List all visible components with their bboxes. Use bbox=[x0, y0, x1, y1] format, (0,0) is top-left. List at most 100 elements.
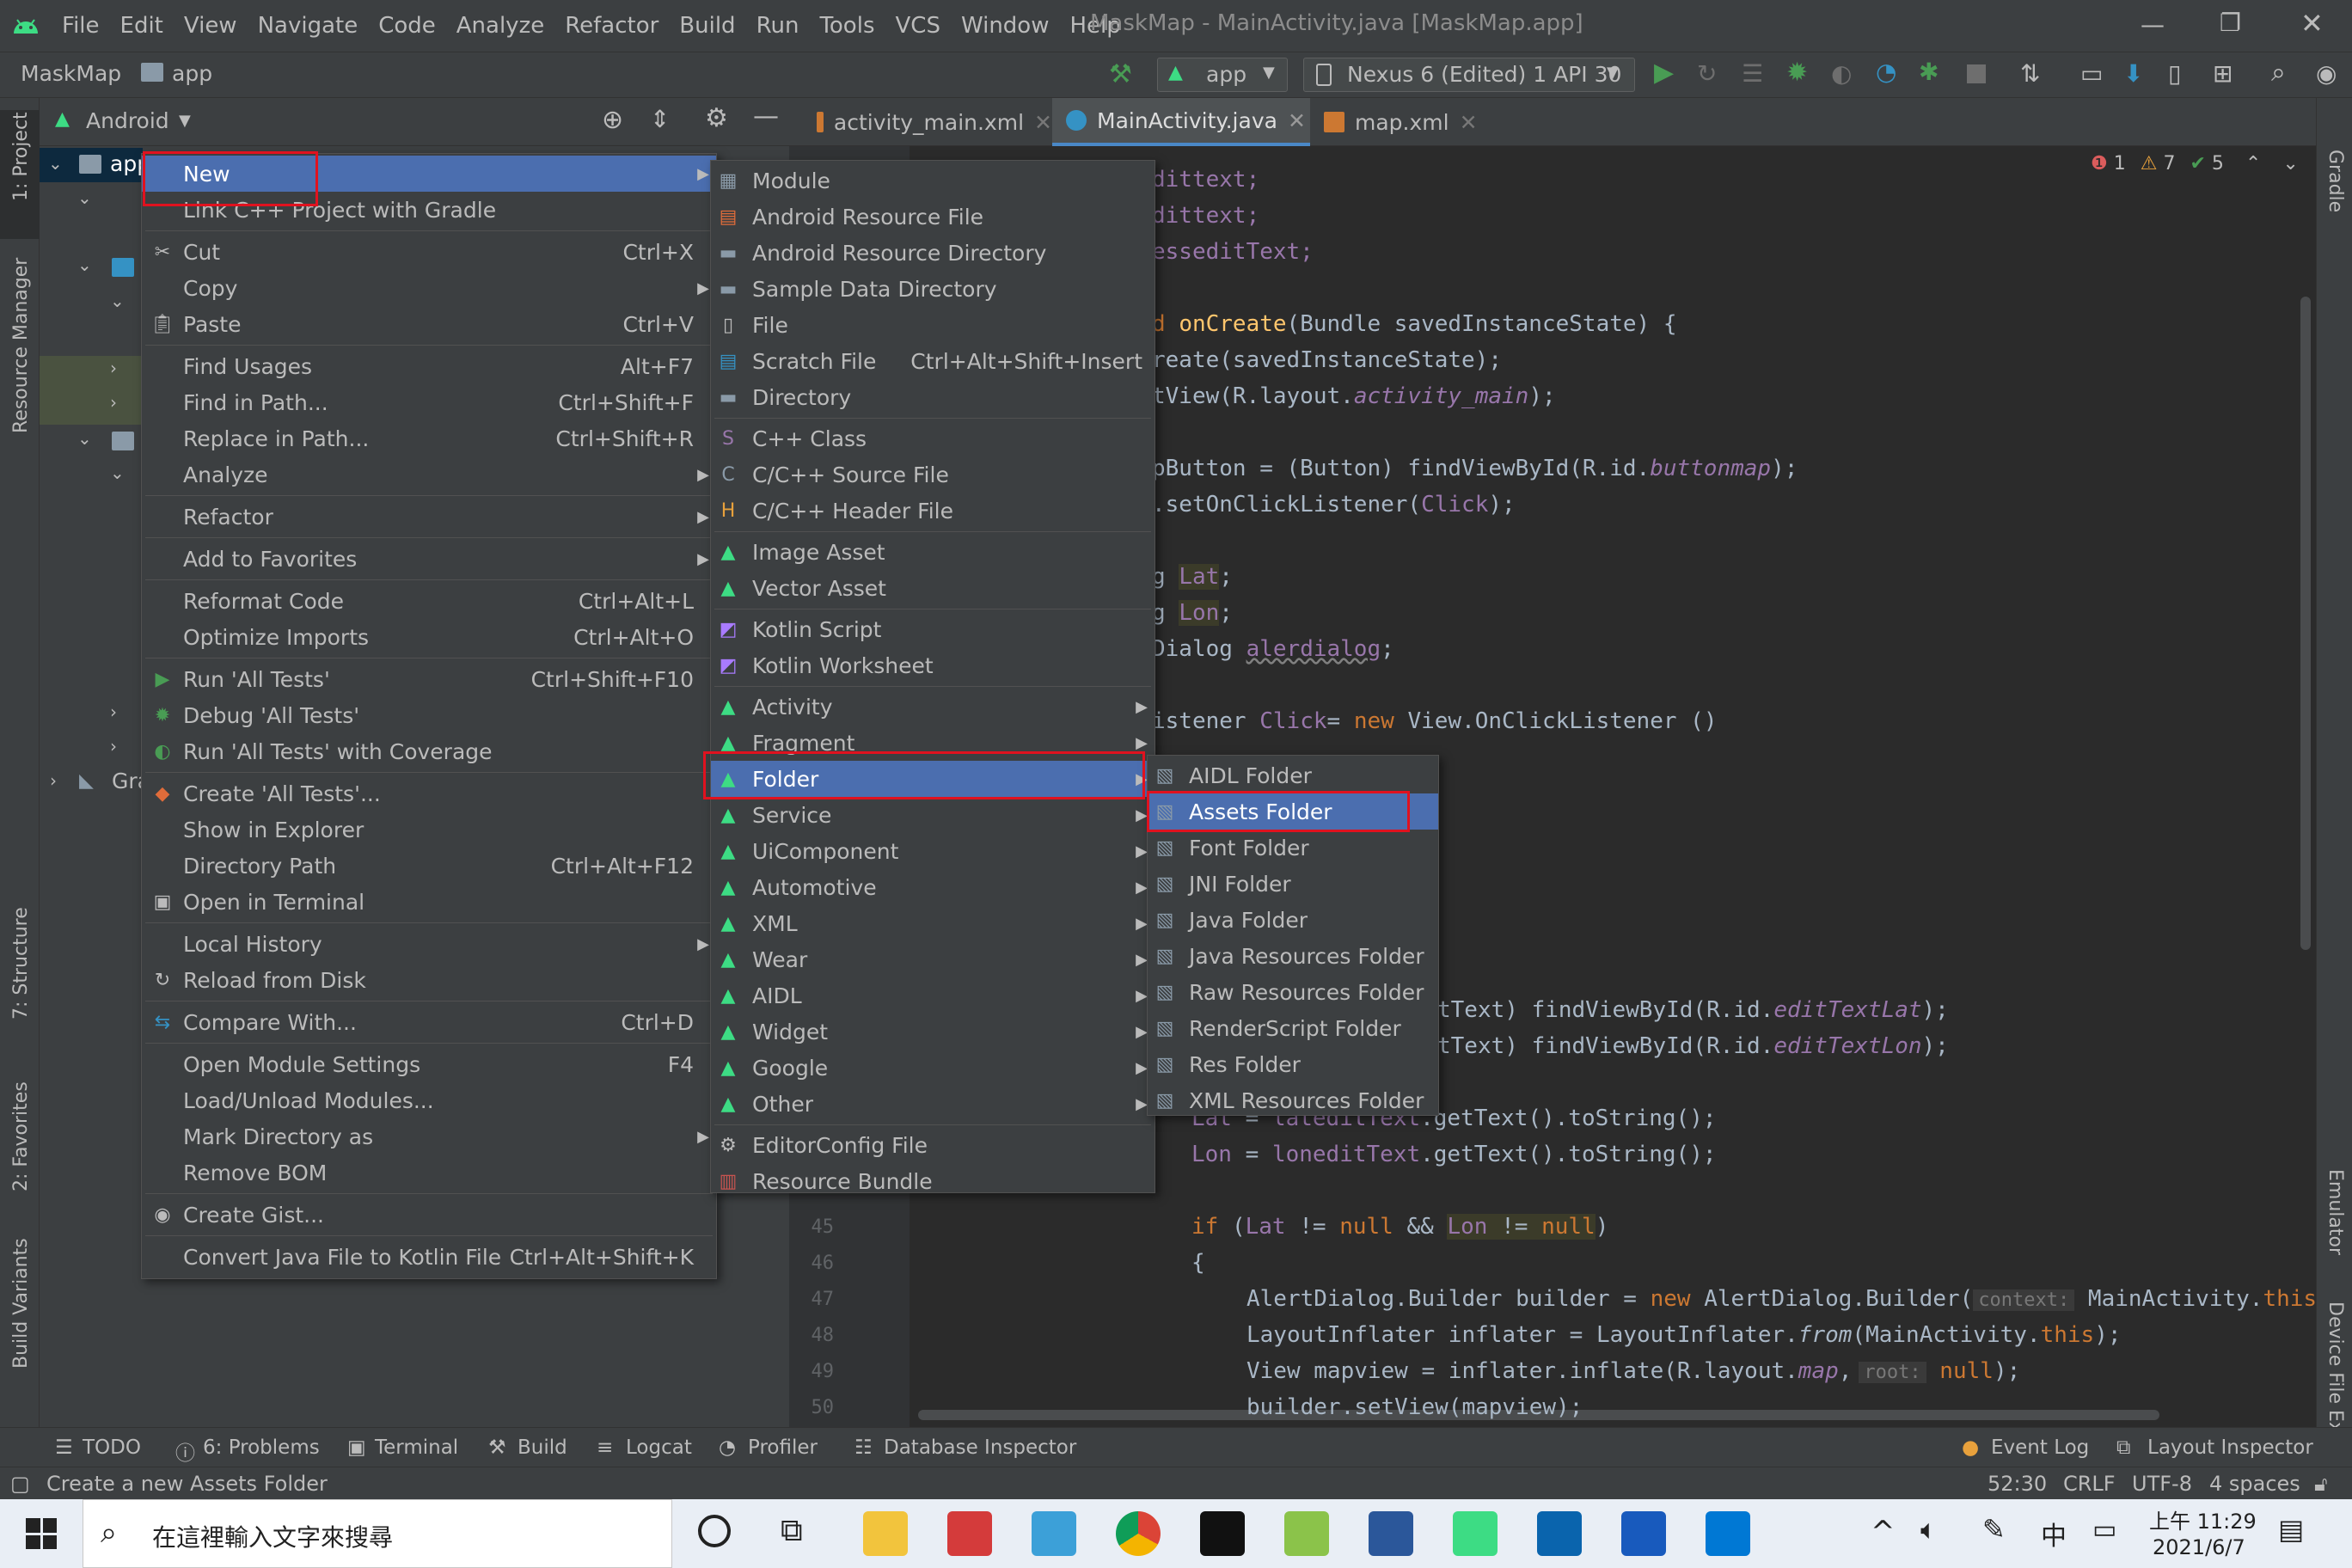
close-tab-icon[interactable]: ✕ bbox=[1034, 110, 1052, 135]
new-menu-item-c-class[interactable]: S C++ Class bbox=[711, 420, 1155, 456]
locate-icon[interactable]: ⊕ bbox=[602, 105, 623, 135]
menu-view[interactable]: View bbox=[174, 13, 248, 39]
menu-tools[interactable]: Tools bbox=[809, 13, 885, 39]
windows-start-icon[interactable] bbox=[26, 1518, 57, 1549]
resource-manager-tool-tab[interactable]: Resource Manager bbox=[10, 258, 32, 433]
context-menu-item-run-all-tests-with-coverage[interactable]: ◐ Run 'All Tests' with Coverage bbox=[142, 733, 716, 769]
taskbar-search-box[interactable]: ⌕ 在這裡輸入文字來搜尋 bbox=[83, 1499, 672, 1568]
folder-menu-item-jni-folder[interactable]: ▧ JNI Folder bbox=[1148, 866, 1438, 902]
new-menu-item-directory[interactable]: ▬ Directory bbox=[711, 379, 1155, 415]
menu-edit[interactable]: Edit bbox=[110, 13, 174, 39]
android-studio-taskbar-icon[interactable] bbox=[1453, 1511, 1498, 1556]
status-toggle-icon[interactable]: ▢ bbox=[10, 1472, 30, 1496]
new-menu-item-widget[interactable]: ▲ Widget ▶ bbox=[711, 1014, 1155, 1050]
avd-manager-icon[interactable]: ▭ bbox=[2080, 59, 2103, 88]
profile-icon[interactable]: ◔ bbox=[1876, 58, 1896, 86]
context-menu-item-optimize-imports[interactable]: Optimize Imports Ctrl+Alt+O bbox=[142, 619, 716, 655]
new-menu-item-android-resource-directory[interactable]: ▬ Android Resource Directory bbox=[711, 235, 1155, 271]
todo-tab[interactable]: TODO bbox=[83, 1436, 141, 1459]
chevron-up-icon[interactable]: ⌃ bbox=[2245, 153, 2261, 175]
context-menu-item-add-to-favorites[interactable]: Add to Favorites ▶ bbox=[142, 541, 716, 577]
context-menu-item-find-in-path[interactable]: Find in Path... Ctrl+Shift+F bbox=[142, 384, 716, 420]
context-menu-item-remove-bom[interactable]: Remove BOM bbox=[142, 1155, 716, 1191]
new-menu-item-xml[interactable]: ▲ XML ▶ bbox=[711, 905, 1155, 941]
chevron-right-icon[interactable]: › bbox=[110, 736, 117, 756]
context-menu-item-reformat-code[interactable]: Reformat Code Ctrl+Alt+L bbox=[142, 583, 716, 619]
tab-main-activity-java[interactable]: MainActivity.java ✕ bbox=[1052, 98, 1310, 146]
toolbox-app-icon[interactable] bbox=[947, 1511, 992, 1556]
event-log-tab[interactable]: Event Log bbox=[1991, 1436, 2089, 1459]
gear-icon[interactable]: ⚙ bbox=[705, 103, 728, 133]
chevron-up-icon[interactable]: ^ bbox=[1871, 1515, 1896, 1549]
folder-menu-item-renderscript-folder[interactable]: ▧ RenderScript Folder bbox=[1148, 1010, 1438, 1046]
new-menu-item-module[interactable]: ▦ Module bbox=[711, 162, 1155, 199]
breadcrumb-project[interactable]: MaskMap bbox=[21, 61, 121, 86]
close-window-icon[interactable]: ✕ bbox=[2300, 7, 2324, 40]
task-view-icon[interactable]: ⧉ bbox=[781, 1513, 803, 1549]
context-menu-item-convert-java-file-to-kotlin-file[interactable]: Convert Java File to Kotlin File Ctrl+Alt… bbox=[142, 1239, 716, 1275]
folder-menu-item-res-folder[interactable]: ▧ Res Folder bbox=[1148, 1046, 1438, 1082]
menu-navigate[interactable]: Navigate bbox=[248, 13, 369, 39]
context-menu-item-cut[interactable]: ✂ Cut Ctrl+X bbox=[142, 234, 716, 270]
run-icon[interactable]: ▶ bbox=[1654, 58, 1674, 88]
context-menu-item-reload-from-disk[interactable]: ↻ Reload from Disk bbox=[142, 962, 716, 998]
menu-analyze[interactable]: Analyze bbox=[446, 13, 554, 39]
indent-setting[interactable]: 4 spaces bbox=[2209, 1472, 2300, 1496]
context-menu-item-open-module-settings[interactable]: Open Module Settings F4 bbox=[142, 1046, 716, 1082]
tab-map-xml[interactable]: map.xml ✕ bbox=[1310, 98, 1482, 146]
context-menu-item-run-all-tests[interactable]: ▶ Run 'All Tests' Ctrl+Shift+F10 bbox=[142, 661, 716, 697]
attach-debugger-icon[interactable]: ✱ bbox=[1919, 58, 1939, 86]
chevron-down-icon[interactable]: ⌄ bbox=[77, 428, 92, 449]
context-menu-item-mark-directory-as[interactable]: Mark Directory as ▶ bbox=[142, 1118, 716, 1155]
new-menu-item-c-c-source-file[interactable]: C C/C++ Source File bbox=[711, 456, 1155, 493]
terminal-tab[interactable]: Terminal bbox=[375, 1436, 458, 1459]
hide-panel-icon[interactable]: — bbox=[753, 101, 779, 132]
vertical-scrollbar[interactable] bbox=[2300, 297, 2311, 950]
build-tab[interactable]: Build bbox=[518, 1436, 567, 1459]
gradle-tool-tab[interactable]: Gradle bbox=[2324, 150, 2346, 212]
device-selector[interactable]: Nexus 6 (Edited) 1 API 30 ▼ bbox=[1303, 58, 1635, 92]
line-separator[interactable]: CRLF bbox=[2063, 1472, 2116, 1496]
chevron-down-icon[interactable]: ⌄ bbox=[48, 153, 63, 174]
chevron-right-icon[interactable]: › bbox=[110, 701, 117, 722]
context-menu-item-create-all-tests[interactable]: ◆ Create 'All Tests'... bbox=[142, 775, 716, 812]
sdk-manager-icon[interactable]: ⬇ bbox=[2123, 59, 2143, 88]
new-menu-item-file[interactable]: ▯ File bbox=[711, 307, 1155, 343]
context-menu-item-paste[interactable]: 📋︎ Paste Ctrl+V bbox=[142, 306, 716, 342]
notepad-app-icon[interactable] bbox=[1284, 1511, 1329, 1556]
word-icon[interactable] bbox=[1621, 1511, 1666, 1556]
profiler-tab[interactable]: Profiler bbox=[748, 1436, 818, 1459]
new-menu-item-sample-data-directory[interactable]: ▬ Sample Data Directory bbox=[711, 271, 1155, 307]
stop-icon[interactable] bbox=[1967, 64, 1986, 83]
ime-mode-icon[interactable]: ▭ bbox=[2092, 1515, 2116, 1545]
context-menu-item-directory-path[interactable]: Directory Path Ctrl+Alt+F12 bbox=[142, 848, 716, 884]
tab-activity-main-xml[interactable]: activity_main.xml ✕ bbox=[803, 98, 1052, 146]
context-menu-item-compare-with[interactable]: ⇆ Compare With... Ctrl+D bbox=[142, 1004, 716, 1040]
problems-tab[interactable]: 6: Problems bbox=[203, 1436, 320, 1459]
new-menu-item-editorconfig-file[interactable]: ⚙ EditorConfig File bbox=[711, 1127, 1155, 1163]
word-doc-icon[interactable] bbox=[1369, 1511, 1413, 1556]
context-menu-item-local-history[interactable]: Local History ▶ bbox=[142, 926, 716, 962]
chevron-right-icon[interactable]: › bbox=[110, 358, 117, 378]
minimize-icon[interactable]: — bbox=[2141, 10, 2165, 39]
run-config-selector[interactable]: ▲ app ▼ bbox=[1157, 58, 1288, 92]
database-inspector-tab[interactable]: Database Inspector bbox=[884, 1436, 1076, 1459]
debug-icon[interactable]: ✹ bbox=[1786, 58, 1808, 88]
snipping-tool-icon[interactable] bbox=[1032, 1511, 1076, 1556]
clock-time[interactable]: 上午 11:29 bbox=[2149, 1504, 2257, 1534]
menu-vcs[interactable]: VCS bbox=[885, 13, 951, 39]
build-variants-tool-tab[interactable]: Build Variants bbox=[10, 1238, 32, 1369]
coverage-icon[interactable]: ◐ bbox=[1831, 59, 1852, 88]
new-menu-item-other[interactable]: ▲ Other ▶ bbox=[711, 1086, 1155, 1122]
context-menu-item-analyze[interactable]: Analyze ▶ bbox=[142, 456, 716, 493]
new-menu-item-c-c-header-file[interactable]: H C/C++ Header File bbox=[711, 493, 1155, 529]
structure-icon[interactable]: ⊞ bbox=[2213, 59, 2233, 88]
make-project-icon[interactable]: ⚒ bbox=[1109, 59, 1132, 89]
menu-build[interactable]: Build bbox=[669, 13, 745, 39]
menu-code[interactable]: Code bbox=[368, 13, 446, 39]
menu-refactor[interactable]: Refactor bbox=[554, 13, 669, 39]
apply-code-changes-icon[interactable]: ☰ bbox=[1742, 59, 1763, 88]
caret-position[interactable]: 52:30 bbox=[1988, 1472, 2047, 1496]
folder-menu-item-raw-resources-folder[interactable]: ▧ Raw Resources Folder bbox=[1148, 974, 1438, 1010]
cortana-icon[interactable] bbox=[698, 1515, 731, 1547]
